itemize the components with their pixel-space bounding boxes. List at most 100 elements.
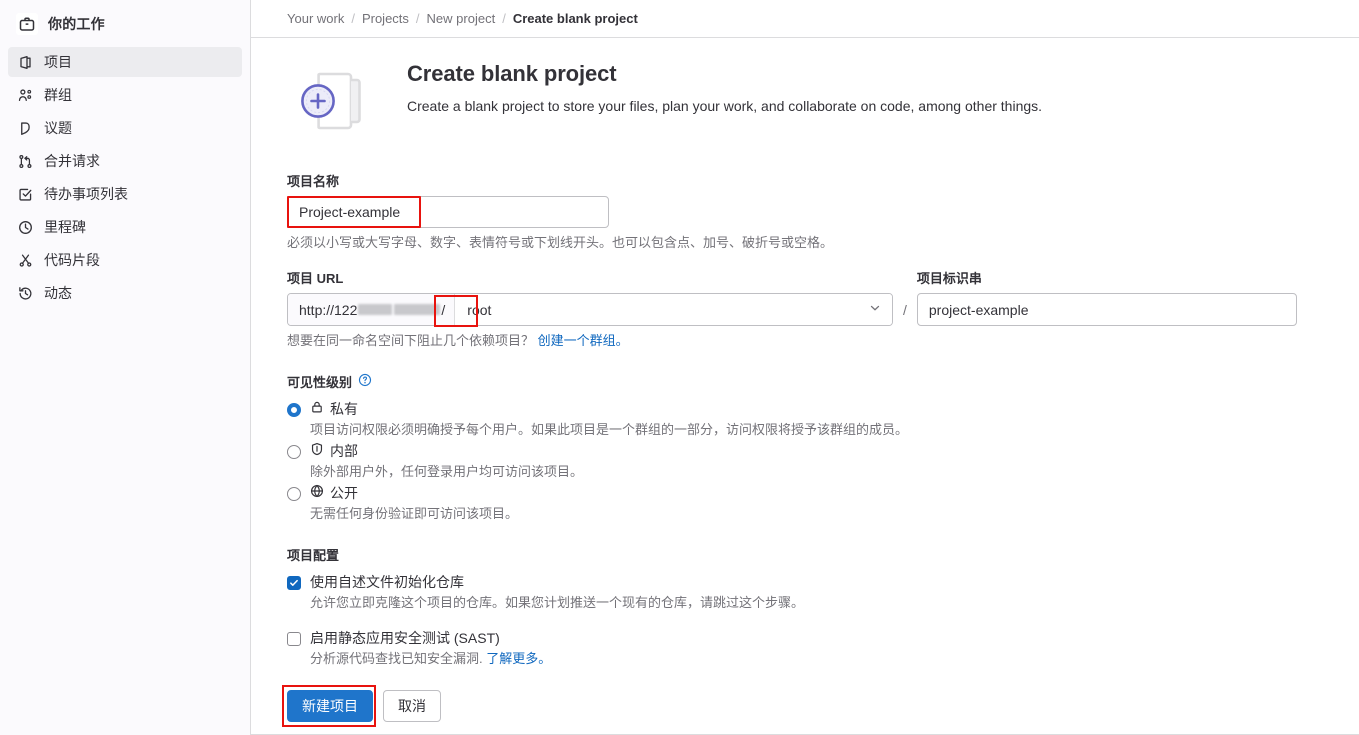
sidebar-item-issues[interactable]: 议题 <box>8 113 242 143</box>
sidebar-item-projects[interactable]: 项目 <box>8 47 242 77</box>
project-name-input[interactable] <box>287 196 609 228</box>
breadcrumb-item-new-project[interactable]: New project <box>427 11 496 26</box>
sidebar-item-label: 合并请求 <box>44 154 100 168</box>
config-label-sast: 启用静态应用安全测试 (SAST) <box>310 628 500 648</box>
url-path-separator: / <box>893 293 917 326</box>
visibility-label-public: 公开 <box>330 483 358 503</box>
checkbox-initialize-readme[interactable] <box>287 576 301 590</box>
config-desc-readme: 允许您立即克隆这个项目的仓库。如果您计划推送一个现有的仓库，请跳过这个步骤。 <box>310 593 1359 612</box>
page-content: Create blank project Create a blank proj… <box>251 38 1359 722</box>
merge-request-icon <box>17 153 33 169</box>
form-actions: 新建项目 取消 <box>287 690 1359 722</box>
visibility-option-private[interactable]: 私有 项目访问权限必须明确授予每个用户。如果此项目是一个群组的一部分，访问权限将… <box>287 399 1359 439</box>
breadcrumb-separator: / <box>502 11 506 26</box>
sidebar-item-label: 动态 <box>44 286 72 300</box>
breadcrumb-current: Create blank project <box>513 11 638 26</box>
new-project-illustration <box>287 60 383 145</box>
checkbox-enable-sast[interactable] <box>287 632 301 646</box>
page-title: Create blank project <box>407 60 1042 88</box>
visibility-title-row: 可见性级别 <box>287 372 1359 391</box>
visibility-title: 可见性级别 <box>287 372 352 391</box>
page-subtitle: Create a blank project to store your fil… <box>407 96 1042 116</box>
sidebar-item-label: 群组 <box>44 88 72 102</box>
sidebar-title: 你的工作 <box>48 14 105 34</box>
sidebar-item-label: 待办事项列表 <box>44 187 128 201</box>
project-url-help-text: 想要在同一命名空间下阻止几个依赖项目？ <box>287 333 534 348</box>
radio-public[interactable] <box>287 487 301 501</box>
snippet-icon <box>17 252 33 268</box>
redacted-host-block <box>358 304 392 315</box>
field-project-path: 项目标识串 <box>917 268 1297 326</box>
issue-icon <box>17 120 33 136</box>
sidebar-item-todos[interactable]: 待办事项列表 <box>8 179 242 209</box>
section-configuration: 项目配置 使用自述文件初始化仓库 允许您立即克隆这个项目的仓库。如果您计划推 <box>287 545 1359 668</box>
visibility-option-public[interactable]: 公开 无需任何身份验证即可访问该项目。 <box>287 483 1359 523</box>
breadcrumb-separator: / <box>351 11 355 26</box>
breadcrumb-separator: / <box>416 11 420 26</box>
project-name-help: 必须以小写或大写字母、数字、表情符号或下划线开头。也可以包含点、加号、破折号或空… <box>287 234 1359 252</box>
namespace-value: root <box>467 302 491 318</box>
chevron-down-icon <box>868 301 882 318</box>
project-url-help: 想要在同一命名空间下阻止几个依赖项目？ 创建一个群组。 <box>287 332 1359 350</box>
field-project-url-row: 项目 URL http://122 / root <box>287 268 1359 350</box>
project-icon <box>17 54 33 70</box>
create-project-button[interactable]: 新建项目 <box>287 690 373 722</box>
config-option-sast[interactable]: 启用静态应用安全测试 (SAST) 分析源代码查找已知安全漏洞. 了解更多。 <box>287 628 1359 668</box>
visibility-label-private: 私有 <box>330 399 358 419</box>
breadcrumb: Your work / Projects / New project / Cre… <box>251 0 1359 38</box>
project-url-label: 项目 URL <box>287 268 893 287</box>
app-root: 你的工作 项目 群组 <box>0 0 1359 735</box>
main-content: Your work / Projects / New project / Cre… <box>251 0 1359 735</box>
radio-internal[interactable] <box>287 445 301 459</box>
visibility-desc-internal: 除外部用户外，任何登录用户均可访问该项目。 <box>310 462 1359 481</box>
field-project-url: 项目 URL http://122 / root <box>287 268 893 326</box>
project-path-label: 项目标识串 <box>917 268 1297 287</box>
sidebar: 你的工作 项目 群组 <box>0 0 251 735</box>
activity-icon <box>17 285 33 301</box>
lock-icon <box>310 399 324 419</box>
visibility-label-internal: 内部 <box>330 441 358 461</box>
configuration-title: 项目配置 <box>287 545 1359 564</box>
field-project-name: 项目名称 必须以小写或大写字母、数字、表情符号或下划线开头。也可以包含点、加号、… <box>287 171 1359 252</box>
globe-icon <box>310 483 324 503</box>
group-icon <box>17 87 33 103</box>
config-option-readme[interactable]: 使用自述文件初始化仓库 允许您立即克隆这个项目的仓库。如果您计划推送一个现有的仓… <box>287 572 1359 612</box>
config-desc-sast-text: 分析源代码查找已知安全漏洞. <box>310 651 483 666</box>
project-url-slash: / <box>441 302 445 318</box>
project-url-prefix: http://122 / <box>288 294 455 325</box>
breadcrumb-item-your-work[interactable]: Your work <box>287 11 344 26</box>
visibility-option-internal[interactable]: 内部 除外部用户外，任何登录用户均可访问该项目。 <box>287 441 1359 481</box>
page-header: Create blank project Create a blank proj… <box>287 38 1359 145</box>
sidebar-item-activity[interactable]: 动态 <box>8 278 242 308</box>
project-path-input[interactable] <box>917 293 1297 326</box>
learn-more-link[interactable]: 了解更多。 <box>486 651 551 666</box>
sidebar-item-merge-requests[interactable]: 合并请求 <box>8 146 242 176</box>
sidebar-item-groups[interactable]: 群组 <box>8 80 242 110</box>
config-label-readme: 使用自述文件初始化仓库 <box>310 572 464 592</box>
create-group-link[interactable]: 创建一个群组。 <box>538 333 629 348</box>
project-name-label: 项目名称 <box>287 171 1359 190</box>
sidebar-item-label: 代码片段 <box>44 253 100 267</box>
create-project-form: 项目名称 必须以小写或大写字母、数字、表情符号或下划线开头。也可以包含点、加号、… <box>287 145 1359 722</box>
sidebar-item-milestones[interactable]: 里程碑 <box>8 212 242 242</box>
config-desc-sast: 分析源代码查找已知安全漏洞. 了解更多。 <box>310 649 1359 668</box>
sidebar-item-label: 议题 <box>44 121 72 135</box>
check-icon <box>289 578 299 588</box>
project-url-group: http://122 / root <box>287 293 893 326</box>
project-url-host: http://122 <box>299 302 357 318</box>
section-visibility: 可见性级别 <box>287 372 1359 523</box>
cancel-button[interactable]: 取消 <box>383 690 441 722</box>
redacted-host-block <box>394 304 440 315</box>
visibility-desc-private: 项目访问权限必须明确授予每个用户。如果此项目是一个群组的一部分，访问权限将授予该… <box>310 420 1359 439</box>
namespace-select[interactable]: root <box>455 294 892 325</box>
sidebar-item-label: 项目 <box>44 55 72 69</box>
sidebar-header[interactable]: 你的工作 <box>8 7 242 41</box>
sidebar-item-snippets[interactable]: 代码片段 <box>8 245 242 275</box>
sidebar-item-label: 里程碑 <box>44 220 86 234</box>
question-circle-icon[interactable] <box>358 373 372 390</box>
milestone-icon <box>17 219 33 235</box>
radio-private[interactable] <box>287 403 301 417</box>
visibility-desc-public: 无需任何身份验证即可访问该项目。 <box>310 504 1359 523</box>
breadcrumb-item-projects[interactable]: Projects <box>362 11 409 26</box>
todo-icon <box>17 186 33 202</box>
